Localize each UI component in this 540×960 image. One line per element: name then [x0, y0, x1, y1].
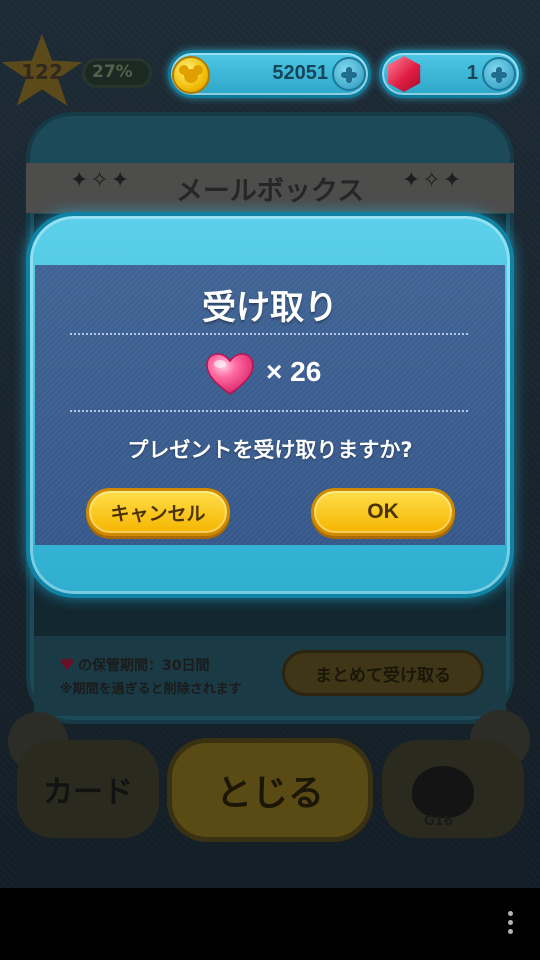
divider	[70, 333, 468, 335]
system-nav-bar	[0, 888, 540, 960]
overflow-menu-icon[interactable]	[505, 911, 515, 939]
dialog-title: 受け取り	[202, 288, 338, 328]
player-level: 122	[21, 60, 63, 84]
retention-note: の保管期間：30日間	[78, 658, 210, 674]
divider	[70, 410, 468, 412]
receive-all-button[interactable]: まとめて受け取る	[282, 650, 484, 696]
bottom-panel	[16, 852, 524, 892]
tsum-skill-badge: G16	[424, 814, 453, 829]
cancel-button[interactable]: キャンセル	[86, 488, 230, 536]
close-button[interactable]: とじる	[167, 738, 373, 842]
add-coins-button[interactable]	[332, 57, 366, 91]
coin-amount: 52051	[272, 62, 328, 84]
confirm-message: プレゼントを受け取りますか?	[127, 438, 413, 462]
card-button[interactable]: カード	[17, 740, 159, 838]
heart-icon	[206, 353, 254, 395]
ok-button[interactable]: OK	[311, 488, 455, 536]
retention-note-2: ※期間を過ぎると削除されます	[60, 682, 242, 697]
tsum-character-icon	[412, 766, 474, 818]
reward-quantity: × 26	[266, 356, 322, 387]
coin-icon	[172, 56, 210, 94]
exp-percent: 27%	[92, 62, 133, 82]
heart-small-icon: ♥	[60, 655, 75, 674]
mailbox-title: メールボックス	[175, 176, 365, 207]
add-gems-button[interactable]	[482, 57, 516, 91]
gem-amount: 1	[466, 62, 478, 84]
